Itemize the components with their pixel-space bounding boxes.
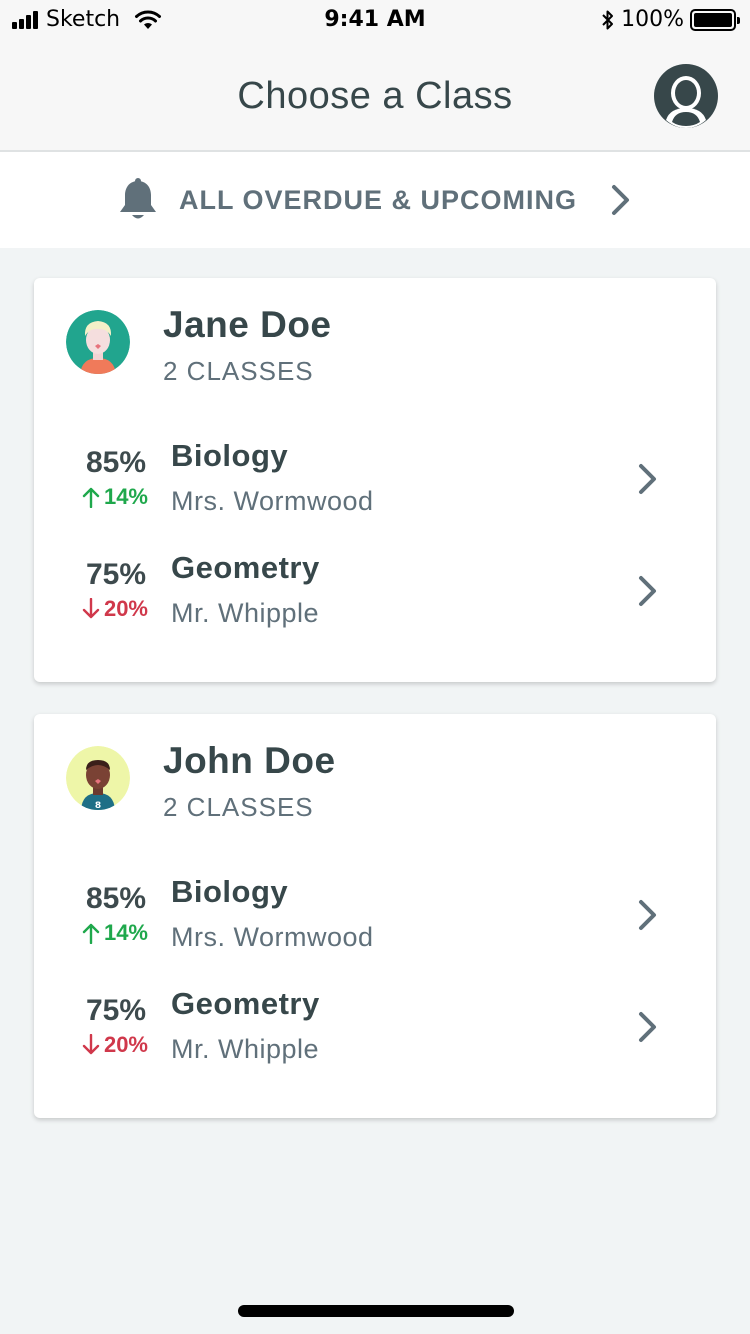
class-row-geometry[interactable]: 75% 20% Geometry Mr. Whipple (34, 542, 716, 642)
teacher-name: Mrs. Wormwood (171, 922, 374, 952)
class-row-geometry[interactable]: 75% 20% Geometry Mr. Whipple (34, 978, 716, 1078)
trend-value: 14% (103, 484, 148, 509)
grade-value: 85% (85, 446, 146, 479)
grade-value: 75% (85, 558, 146, 591)
class-name: Geometry (171, 986, 320, 1021)
student-name: John Doe (163, 740, 336, 781)
battery-percent: 100% (621, 7, 684, 32)
teacher-name: Mr. Whipple (171, 1034, 320, 1064)
bell-icon (119, 178, 156, 219)
teacher-name: Mr. Whipple (171, 598, 320, 628)
grade-trend: 20% (66, 596, 148, 622)
grade-trend: 20% (66, 1032, 148, 1058)
class-name: Biology (171, 874, 289, 909)
student-card: Jane Doe 2 CLASSES 85% 14% Biology Mrs. … (34, 278, 716, 682)
student-avatar (66, 310, 130, 374)
class-count: 2 CLASSES (163, 356, 314, 386)
bluetooth-icon (602, 10, 614, 29)
grade-trend: 14% (66, 920, 148, 946)
chevron-right-icon (639, 464, 656, 494)
jersey-number: 8 (95, 801, 101, 810)
arrow-down-icon (82, 1034, 100, 1055)
chevron-right-icon (639, 576, 656, 606)
overdue-upcoming-link[interactable]: ALL OVERDUE & UPCOMING (0, 152, 750, 248)
chevron-right-icon (612, 185, 630, 215)
class-row-biology[interactable]: 85% 14% Biology Mrs. Wormwood (34, 866, 716, 966)
student-name: Jane Doe (163, 304, 332, 345)
status-right: 100% (601, 7, 740, 32)
nav-header: Choose a Class (0, 40, 750, 152)
chevron-right-icon (639, 900, 656, 930)
overdue-label: ALL OVERDUE & UPCOMING (178, 184, 578, 215)
page-title: Choose a Class (237, 75, 513, 117)
arrow-up-icon (82, 923, 100, 944)
student-avatar: 8 (66, 746, 130, 810)
grade-value: 85% (85, 882, 146, 915)
student-card: 8 John Doe 2 CLASSES 85% 14% Biology Mrs… (34, 714, 716, 1118)
grade-value: 75% (85, 994, 146, 1027)
class-name: Biology (171, 438, 289, 473)
class-count: 2 CLASSES (163, 792, 314, 822)
chevron-right-icon (639, 1012, 656, 1042)
battery-icon (690, 8, 740, 31)
trend-value: 20% (103, 1032, 148, 1057)
class-name: Geometry (171, 550, 320, 585)
status-bar: Sketch 9:41 AM 100% (0, 0, 750, 40)
teacher-name: Mrs. Wormwood (171, 486, 374, 516)
user-circle-icon[interactable] (654, 64, 718, 128)
home-indicator[interactable] (238, 1305, 514, 1317)
trend-value: 14% (103, 920, 148, 945)
class-row-biology[interactable]: 85% 14% Biology Mrs. Wormwood (34, 430, 716, 530)
arrow-up-icon (82, 487, 100, 508)
trend-value: 20% (103, 596, 148, 621)
grade-trend: 14% (66, 484, 148, 510)
battery-fill (694, 12, 732, 27)
arrow-down-icon (82, 598, 100, 619)
